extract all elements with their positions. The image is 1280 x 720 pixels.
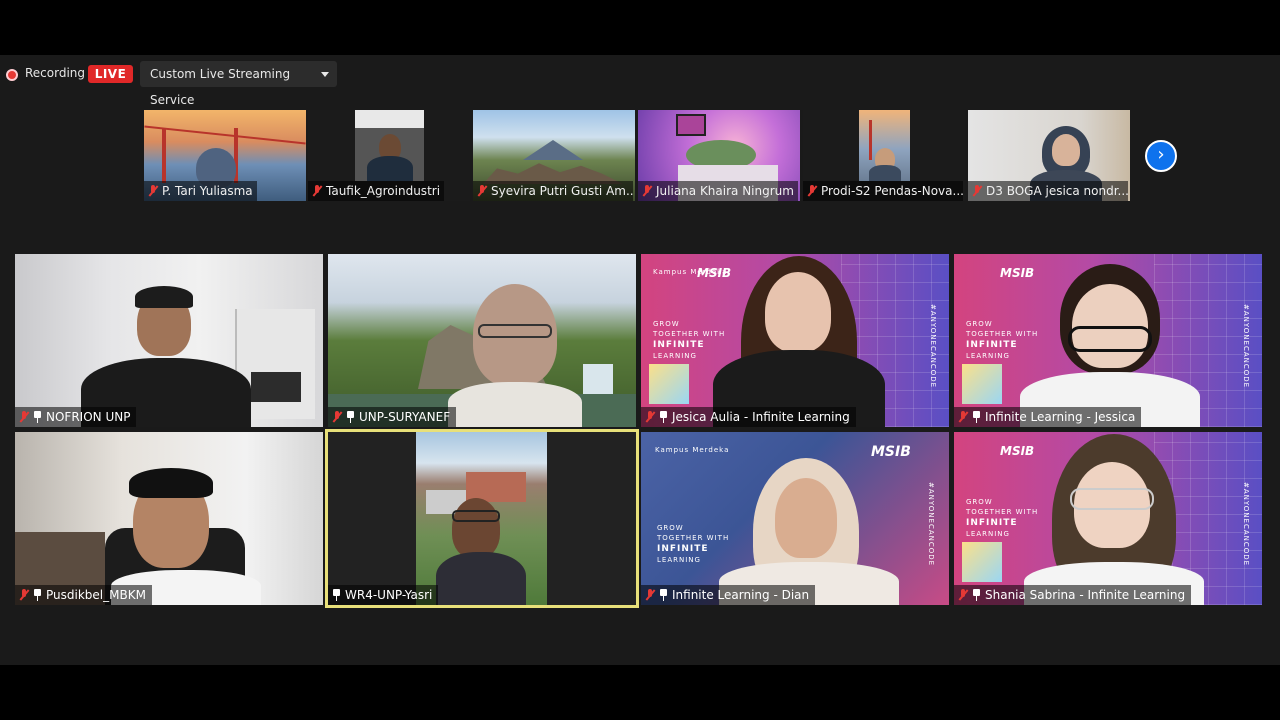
hashtag-text: #ANYONECANCODE [927,482,935,567]
muted-mic-icon [958,411,968,423]
muted-mic-icon [642,185,652,197]
video-tile[interactable]: UNP-SURYANEF [328,254,636,427]
participant-name: Syevira Putri Gusti Am... [491,184,633,198]
participant-name: Infinite Learning - Jessica [985,410,1136,424]
muted-mic-icon [645,589,655,601]
participant-name: Taufik_Agroindustri [326,184,441,198]
participant-name: Shania Sabrina - Infinite Learning [985,588,1186,602]
tagline-text: INFINITE [653,340,705,350]
tagline-text: GROW [657,524,684,532]
participant-name: Prodi-S2 Pendas-Nova... [821,184,963,198]
muted-mic-icon [477,185,487,197]
hashtag-text: #ANYONECANCODE [1242,482,1250,567]
tagline-text: INFINITE [966,340,1018,350]
record-icon [6,69,18,81]
brand-logo: MSIB [1000,444,1035,458]
strip-tile[interactable]: Prodi-S2 Pendas-Nova... [803,110,965,201]
brand-logo: MSIB [1000,266,1035,280]
tagline-text: TOGETHER WITH [653,330,726,338]
tagline-text: LEARNING [657,556,701,564]
brand-logo: MSIB [871,444,911,460]
meeting-window: Recording LIVE Custom Live Streaming Ser… [0,55,1280,665]
muted-mic-icon [332,411,342,423]
video-tile[interactable]: MSIB GROW TOGETHER WITH INFINITE LEARNIN… [954,432,1262,605]
tagline-text: LEARNING [966,352,1010,360]
tagline-text: TOGETHER WITH [966,508,1039,516]
tagline-text: TOGETHER WITH [657,534,730,542]
caret-down-icon [321,72,329,77]
tagline-text: GROW [653,320,680,328]
video-tile[interactable]: MSIB Kampus Merdeka GROW TOGETHER WITH I… [641,254,949,427]
pin-icon [332,589,341,601]
strip-tile[interactable]: D3 BOGA jesica nondr... [968,110,1130,201]
video-tile[interactable]: NOFRION UNP [15,254,323,427]
video-tile[interactable]: Pusdikbel_MBKM [15,432,323,605]
participant-name: D3 BOGA jesica nondr... [986,184,1128,198]
participant-name: Juliana Khaira Ningrum [656,184,794,198]
pin-icon [346,411,355,423]
tagline-text: INFINITE [966,518,1018,528]
campaign-logo: Kampus Merdeka [655,446,730,454]
strip-tile[interactable]: P. Tari Yuliasma [144,110,306,201]
hashtag-text: #ANYONECANCODE [929,304,937,389]
muted-mic-icon [958,589,968,601]
recording-label: Recording [25,66,86,80]
participant-name: UNP-SURYANEF [359,410,451,424]
tagline-text: GROW [966,498,993,506]
recording-bar: Recording LIVE Custom Live Streaming Ser… [0,55,1280,107]
pin-icon [972,589,981,601]
muted-mic-icon [645,411,655,423]
hashtag-text: #ANYONECANCODE [1242,304,1250,389]
pin-icon [972,411,981,423]
participant-name: Pusdikbel_MBKM [46,588,146,602]
participant-name: NOFRION UNP [46,410,131,424]
participant-name: Infinite Learning - Dian [672,588,810,602]
pin-icon [659,411,668,423]
live-streaming-button[interactable]: Custom Live Streaming Service [140,61,337,107]
video-tile-active-speaker[interactable]: WR4-UNP-Yasri [325,429,639,608]
campaign-logo: Kampus Merdeka [653,268,728,276]
pin-icon [33,589,42,601]
tagline-text: LEARNING [653,352,697,360]
live-streaming-label: Custom Live Streaming Service [150,67,291,107]
tagline-text: GROW [966,320,993,328]
strip-tile[interactable]: Juliana Khaira Ningrum [638,110,800,201]
tagline-text: INFINITE [657,544,709,554]
muted-mic-icon [807,185,817,197]
muted-mic-icon [19,411,29,423]
video-tile[interactable]: MSIB GROW TOGETHER WITH INFINITE LEARNIN… [954,254,1262,427]
live-badge: LIVE [88,65,133,83]
pin-icon [33,411,42,423]
muted-mic-icon [148,185,158,197]
video-tile[interactable]: MSIB Kampus Merdeka GROW TOGETHER WITH I… [641,432,949,605]
participant-name: WR4-UNP-Yasri [345,588,433,602]
tagline-text: TOGETHER WITH [966,330,1039,338]
strip-tile[interactable]: Syevira Putri Gusti Am... [473,110,635,201]
chevron-right-icon[interactable]: › [1145,140,1177,172]
pin-icon [659,589,668,601]
muted-mic-icon [972,185,982,197]
participant-name: P. Tari Yuliasma [162,184,253,198]
strip-tile[interactable]: Taufik_Agroindustri [308,110,470,201]
muted-mic-icon [312,185,322,197]
participant-name: Jesica Aulia - Infinite Learning [672,410,850,424]
tagline-text: LEARNING [966,530,1010,538]
muted-mic-icon [19,589,29,601]
